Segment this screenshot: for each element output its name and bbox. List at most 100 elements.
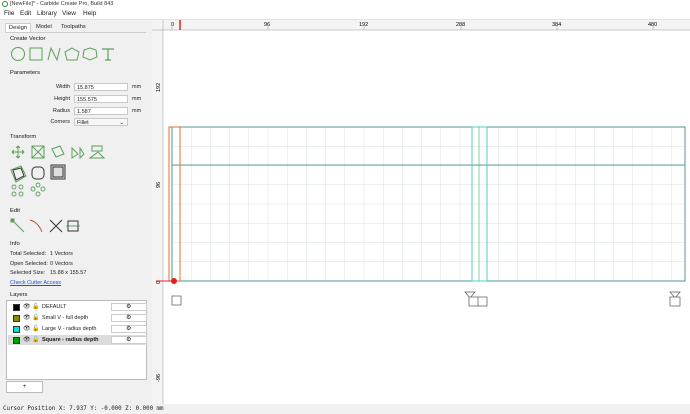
radius-field[interactable]: 1.587 — [74, 107, 128, 115]
gear-icon: ⚙ — [126, 337, 132, 343]
layer-row-default[interactable]: 👁 🔓 DEFAULT ⚙ — [8, 302, 147, 312]
layer-name: Large V - radius depth — [42, 326, 97, 332]
rectangle-tool-icon[interactable] — [29, 47, 43, 61]
width-field[interactable]: 15.875 — [74, 83, 128, 91]
menu-help[interactable]: Help — [83, 10, 96, 17]
menu-view[interactable]: View — [62, 10, 76, 17]
check-cutter-access-link[interactable]: Check Cutter Access — [10, 280, 61, 286]
create-vector-heading: Create Vector — [10, 36, 46, 42]
eye-icon[interactable]: 👁 — [23, 303, 31, 310]
vector-handle[interactable] — [171, 295, 182, 306]
eye-icon[interactable]: 👁 — [23, 325, 31, 332]
cursor-position-text: Cursor Position X: 7.937 Y: -0.000 Z: 0.… — [3, 406, 164, 412]
top-ruler — [152, 20, 690, 30]
vector-handle[interactable] — [669, 296, 681, 307]
layer-name: DEFAULT — [42, 304, 67, 310]
ruler-label: 480 — [648, 22, 657, 28]
rotate-icon[interactable] — [51, 145, 65, 158]
layer-name: Small V - full depth — [42, 315, 89, 321]
tab-model[interactable]: Model — [33, 23, 55, 31]
eye-icon[interactable]: 👁 — [23, 314, 31, 321]
open-selected-value: 0 Vectors — [50, 261, 73, 267]
radius-label: Radius — [52, 108, 70, 114]
width-label: Width — [55, 84, 70, 90]
move-icon[interactable] — [11, 145, 25, 159]
menu-edit[interactable]: Edit — [20, 10, 31, 17]
lock-icon[interactable]: 🔓 — [32, 325, 39, 332]
lock-icon[interactable]: 🔓 — [32, 336, 39, 343]
layer-color-swatch[interactable] — [13, 336, 20, 344]
circular-array-icon[interactable] — [30, 182, 46, 197]
create-vector-toolbar — [11, 46, 114, 62]
text-tool-icon[interactable] — [102, 48, 114, 61]
parameters-heading: Parameters — [10, 70, 40, 76]
tab-design[interactable]: Design — [5, 23, 32, 32]
height-field[interactable]: 155.575 — [74, 95, 128, 103]
layer-settings-button[interactable]: ⚙ — [111, 325, 147, 333]
tab-toolpaths[interactable]: Toolpaths — [58, 23, 89, 31]
layer-color-swatch[interactable] — [13, 314, 20, 322]
menu-bar: File Edit Library View Help — [0, 8, 690, 20]
radius-unit: mm — [132, 108, 142, 114]
selected-size-row: Selected Size: 15.88 x 155.57 — [10, 270, 86, 276]
lock-icon[interactable]: 🔓 — [32, 314, 39, 321]
open-selected-row: Open Selected: 0 Vectors — [10, 261, 73, 267]
layer-settings-button[interactable]: ⚙ — [111, 314, 147, 322]
layer-row-square[interactable]: 👁 🔓 Square - radius depth ⚙ — [8, 335, 147, 345]
height-unit: mm — [132, 96, 142, 102]
add-layer-button[interactable]: + — [6, 381, 43, 393]
align-icon[interactable] — [88, 145, 106, 159]
corners-label: Corners — [50, 119, 70, 125]
corners-select[interactable]: Fillet ⌄ — [74, 118, 128, 126]
ruler-label: 288 — [456, 22, 465, 28]
lock-icon[interactable]: 🔓 — [32, 303, 39, 310]
polygon-tool-icon[interactable] — [64, 47, 80, 61]
circle-tool-icon[interactable] — [11, 47, 25, 61]
total-selected-label: Total Selected: — [10, 251, 47, 257]
corners-value: Fillet — [77, 120, 89, 126]
cut-icon[interactable] — [49, 219, 63, 233]
total-selected-value: 1 Vectors — [50, 251, 73, 257]
app-icon — [2, 1, 8, 7]
chevron-down-icon: ⌄ — [119, 120, 124, 126]
status-bar: Cursor Position X: 7.937 Y: -0.000 Z: 0.… — [0, 404, 690, 414]
gear-icon: ⚙ — [126, 315, 132, 321]
offset-icon[interactable] — [10, 165, 27, 183]
curve-tool-icon[interactable] — [47, 46, 61, 62]
transform-heading: Transform — [10, 134, 37, 140]
ruler-label: 96 — [156, 182, 162, 188]
gear-icon: ⚙ — [126, 304, 132, 310]
star-tool-icon[interactable] — [82, 47, 98, 61]
selected-size-label: Selected Size: — [10, 270, 46, 276]
array-icon[interactable] — [11, 184, 24, 197]
mirror-icon[interactable] — [71, 146, 85, 160]
join-icon[interactable] — [66, 220, 80, 232]
title-bar: [NewFile]* - Carbide Create Pro, Build 8… — [0, 0, 690, 8]
fillet-icon[interactable] — [31, 166, 45, 180]
eye-icon[interactable]: 👁 — [23, 336, 31, 343]
window-title: [NewFile]* - Carbide Create Pro, Build 8… — [10, 1, 114, 7]
tab-divider — [5, 32, 146, 33]
scale-icon[interactable] — [31, 145, 45, 159]
layer-row-large-v[interactable]: 👁 🔓 Large V - radius depth ⚙ — [8, 324, 147, 334]
layer-color-swatch[interactable] — [13, 303, 20, 311]
canvas-svg[interactable]: 0 96 192 288 384 480 192 96 0 -96 — [152, 20, 690, 404]
layer-color-swatch[interactable] — [13, 325, 20, 333]
weld-icon[interactable] — [50, 164, 66, 180]
ruler-label: 192 — [359, 22, 368, 28]
menu-file[interactable]: File — [4, 10, 14, 17]
menu-library[interactable]: Library — [37, 10, 57, 17]
layer-name: Square - radius depth — [42, 337, 99, 343]
selected-size-value: 15.88 x 155.57 — [50, 270, 87, 276]
layer-row-small-v[interactable]: 👁 🔓 Small V - full depth ⚙ — [8, 313, 147, 323]
node-edit-icon[interactable] — [10, 218, 25, 233]
ruler-label: 0 — [171, 22, 174, 28]
ruler-label: 96 — [264, 22, 270, 28]
edit-toolbar — [10, 218, 80, 233]
ruler-label: 384 — [552, 22, 561, 28]
layer-settings-button[interactable]: ⚙ — [111, 303, 147, 311]
trim-icon[interactable] — [29, 219, 43, 233]
gear-icon: ⚙ — [126, 326, 132, 332]
design-canvas[interactable]: 0 96 192 288 384 480 192 96 0 -96 — [152, 20, 690, 404]
layer-settings-button[interactable]: ⚙ — [111, 336, 147, 344]
